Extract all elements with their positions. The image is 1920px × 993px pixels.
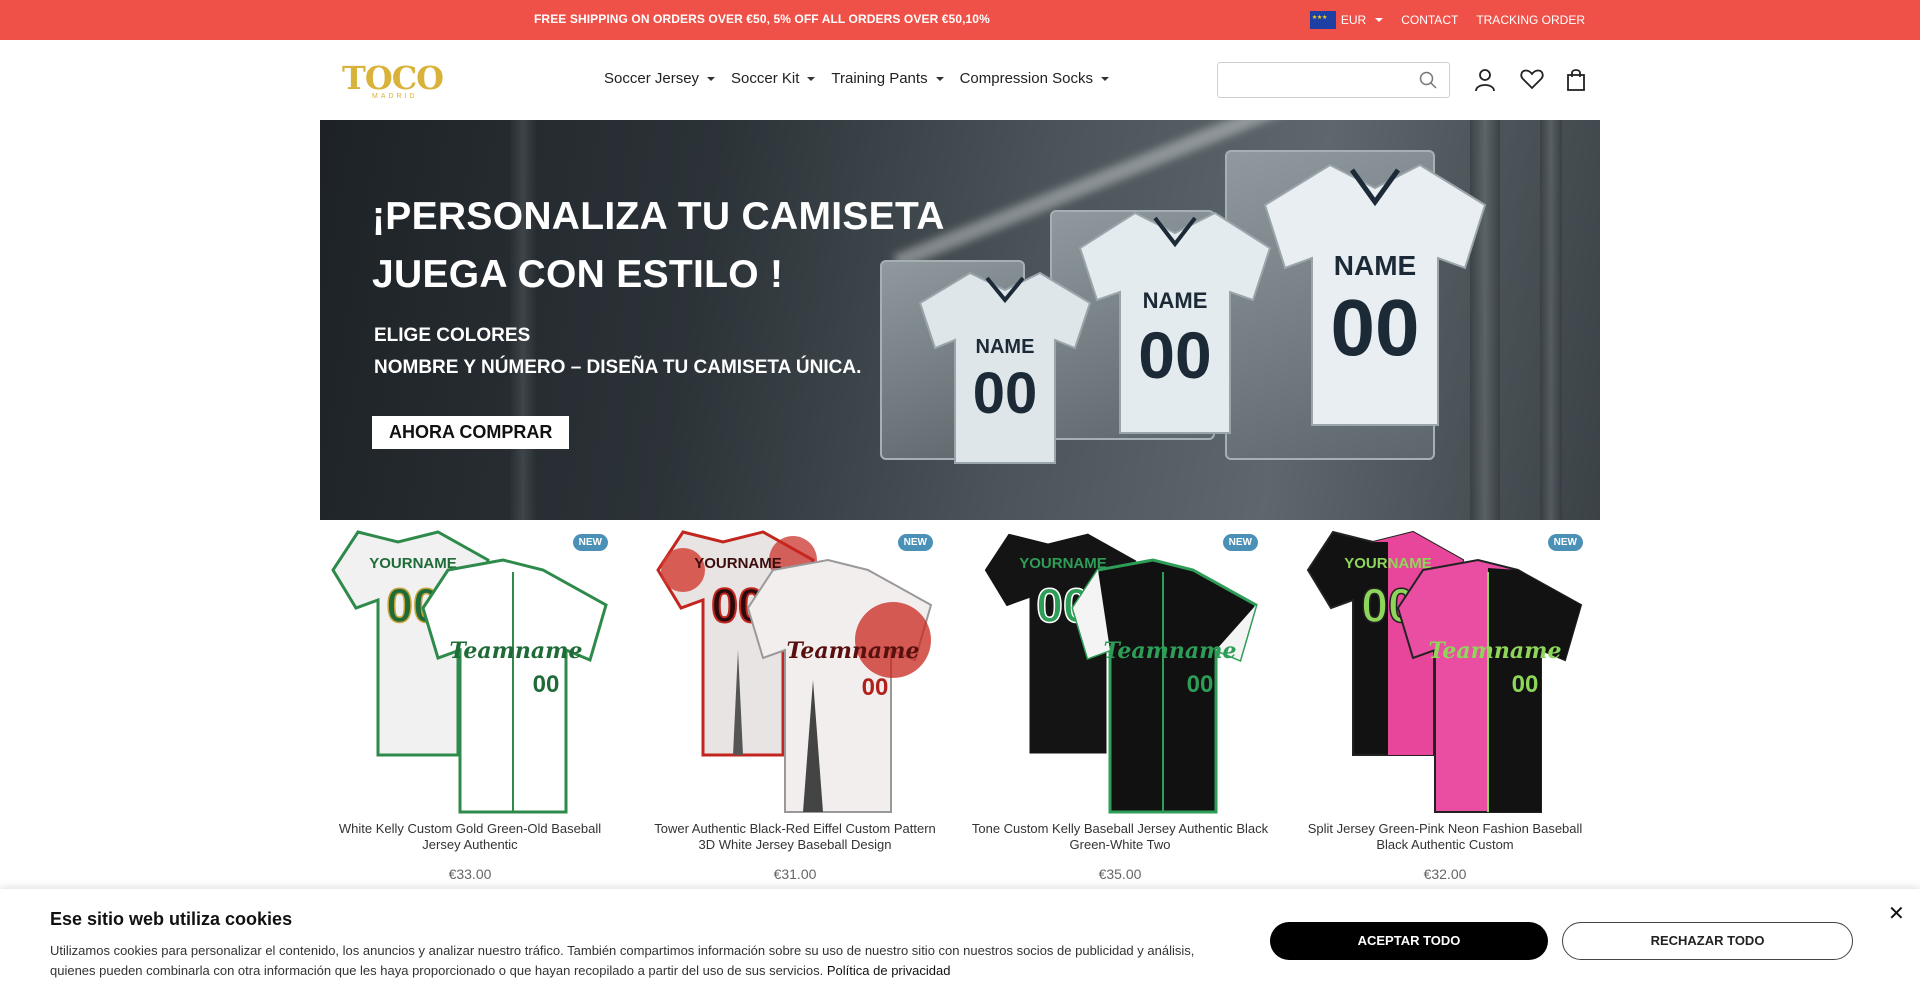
nav-item-label: Compression Socks	[959, 70, 1093, 87]
search-icon[interactable]	[1419, 71, 1437, 94]
svg-text:YOURNAME: YOURNAME	[694, 555, 782, 572]
product-card[interactable]: YOURNAME 00 Teamname 00 NEW Tone Custom …	[970, 530, 1270, 890]
jersey-image: NAME 00	[1263, 163, 1487, 426]
svg-text:Teamname: Teamname	[1429, 638, 1562, 664]
eu-flag-icon	[1309, 11, 1336, 29]
hero-banner[interactable]: NAME 00 NAME 00 NAME 00 ¡PERSONALIZA TU …	[320, 120, 1600, 520]
svg-text:00: 00	[533, 671, 560, 698]
privacy-policy-link[interactable]: Política de privacidad	[827, 963, 951, 978]
svg-text:00: 00	[973, 361, 1038, 426]
cookie-text-line: quienes pueden combinarla con otra infor…	[50, 961, 1250, 981]
nav-item-soccer-kit[interactable]: Soccer Kit	[731, 70, 816, 87]
cookie-text-line2: quienes pueden combinarla con otra infor…	[50, 963, 824, 978]
cookie-banner: Ese sitio web utiliza cookies Utilizamos…	[0, 889, 1920, 993]
product-image: YOURNAME 00 Teamname 00	[331, 530, 608, 814]
shop-now-button[interactable]: AHORA COMPRAR	[372, 416, 570, 449]
hero-subtitle-line: NOMBRE Y NÚMERO – DISEÑA TU CAMISETA ÚNI…	[374, 357, 862, 378]
new-badge: NEW	[897, 534, 933, 551]
background-pipe	[1540, 120, 1562, 520]
reject-all-button[interactable]: RECHAZAR TODO	[1562, 922, 1853, 960]
main-nav: Soccer Jersey Soccer Kit Training Pants …	[604, 70, 1109, 87]
svg-text:00: 00	[1187, 671, 1214, 698]
cookie-text-line: Utilizamos cookies para personalizar el …	[50, 943, 1195, 958]
product-price: €35.00	[1098, 866, 1142, 882]
svg-text:YOURNAME: YOURNAME	[369, 555, 457, 572]
product-price: €31.00	[773, 866, 817, 882]
product-grid: YOURNAME 00 Teamname 00 NEW White Kelly …	[320, 530, 1600, 890]
svg-text:Teamname: Teamname	[450, 638, 583, 664]
product-card[interactable]: YOURNAME 00 Teamname 00 NEW Split Jersey…	[1295, 530, 1595, 890]
nav-item-label: Soccer Jersey	[604, 70, 700, 87]
chevron-down-icon	[1100, 76, 1109, 81]
nav-item-soccer-jersey[interactable]: Soccer Jersey	[604, 70, 716, 87]
svg-text:00: 00	[1331, 283, 1420, 372]
hero-title-line: ¡PERSONALIZA TU CAMISETA	[372, 195, 945, 238]
nav-item-training-pants[interactable]: Training Pants	[831, 70, 944, 87]
logo[interactable]: TOCO MADRID	[342, 62, 448, 102]
product-name[interactable]: Tower Authentic Black-Red Eiffel Custom …	[645, 821, 945, 853]
product-card[interactable]: YOURNAME 00 Teamname 00 NEW Tower Authen…	[645, 530, 945, 890]
product-name[interactable]: Tone Custom Kelly Baseball Jersey Authen…	[970, 821, 1270, 853]
new-badge: NEW	[572, 534, 608, 551]
product-name[interactable]: Split Jersey Green-Pink Neon Fashion Bas…	[1295, 821, 1595, 853]
cart-icon[interactable]	[1566, 68, 1586, 97]
cookie-title: Ese sitio web utiliza cookies	[50, 909, 293, 929]
nav-item-compression-socks[interactable]: Compression Socks	[960, 70, 1109, 87]
jersey-image: NAME 00	[1078, 211, 1272, 434]
svg-text:00: 00	[1138, 318, 1211, 392]
hero-title: ¡PERSONALIZA TU CAMISETA JUEGA CON ESTIL…	[372, 188, 945, 304]
logo-word: TOCO	[342, 59, 444, 97]
accept-all-button[interactable]: ACEPTAR TODO	[1270, 922, 1548, 960]
svg-text:YOURNAME: YOURNAME	[1344, 555, 1432, 572]
currency-selector[interactable]: EUR	[1309, 11, 1384, 29]
product-price: €32.00	[1423, 866, 1467, 882]
product-name[interactable]: White Kelly Custom Gold Green-Old Baseba…	[320, 821, 620, 853]
hero-title-line: JUEGA CON ESTILO !	[372, 253, 784, 296]
svg-text:YOURNAME: YOURNAME	[1019, 555, 1107, 572]
new-badge: NEW	[1547, 534, 1583, 551]
chevron-down-icon	[707, 76, 716, 81]
chevron-down-icon	[1375, 18, 1384, 22]
product-card[interactable]: YOURNAME 00 Teamname 00 NEW White Kelly …	[320, 530, 620, 890]
search-input[interactable]	[1218, 63, 1408, 97]
hero-subtitle-line: ELIGE COLORES	[374, 325, 531, 346]
svg-text:Teamname: Teamname	[787, 638, 920, 664]
nav-item-label: Soccer Kit	[731, 70, 800, 87]
hero-subtitle: ELIGE COLORES NOMBRE Y NÚMERO – DISEÑA T…	[374, 320, 861, 384]
close-icon[interactable]: ✕	[1888, 901, 1905, 926]
site-header: TOCO MADRID Soccer Jersey Soccer Kit Tra…	[0, 40, 1920, 120]
product-price: €33.00	[448, 866, 492, 882]
announcement-bar: FREE SHIPPING ON ORDERS OVER €50, 5% OFF…	[0, 0, 1920, 40]
nav-item-label: Training Pants	[831, 70, 928, 87]
currency-label: EUR	[1340, 13, 1367, 27]
account-icon[interactable]	[1474, 68, 1496, 97]
tracking-order-link[interactable]: TRACKING ORDER	[1476, 13, 1585, 27]
promo-text: FREE SHIPPING ON ORDERS OVER €50, 5% OFF…	[534, 12, 990, 26]
logo-sub: MADRID	[372, 93, 418, 100]
svg-text:Teamname: Teamname	[1104, 638, 1237, 664]
chevron-down-icon	[935, 76, 944, 81]
search-box	[1217, 62, 1450, 98]
product-image: YOURNAME 00 Teamname 00	[1306, 530, 1583, 813]
svg-text:NAME: NAME	[976, 336, 1035, 358]
new-badge: NEW	[1222, 534, 1258, 551]
cookie-text: Utilizamos cookies para personalizar el …	[50, 941, 1250, 981]
svg-text:NAME: NAME	[1143, 288, 1208, 313]
svg-text:NAME: NAME	[1334, 250, 1416, 281]
svg-text:00: 00	[1512, 671, 1539, 698]
chevron-down-icon	[807, 76, 816, 81]
wishlist-icon[interactable]	[1520, 68, 1544, 95]
contact-link[interactable]: CONTACT	[1401, 13, 1458, 27]
product-image: YOURNAME 00 Teamname 00	[656, 530, 933, 813]
topbar-links: EUR CONTACT TRACKING ORDER	[1309, 0, 1585, 40]
product-image: YOURNAME 00 Teamname 00	[981, 530, 1258, 814]
svg-text:00: 00	[862, 674, 889, 701]
